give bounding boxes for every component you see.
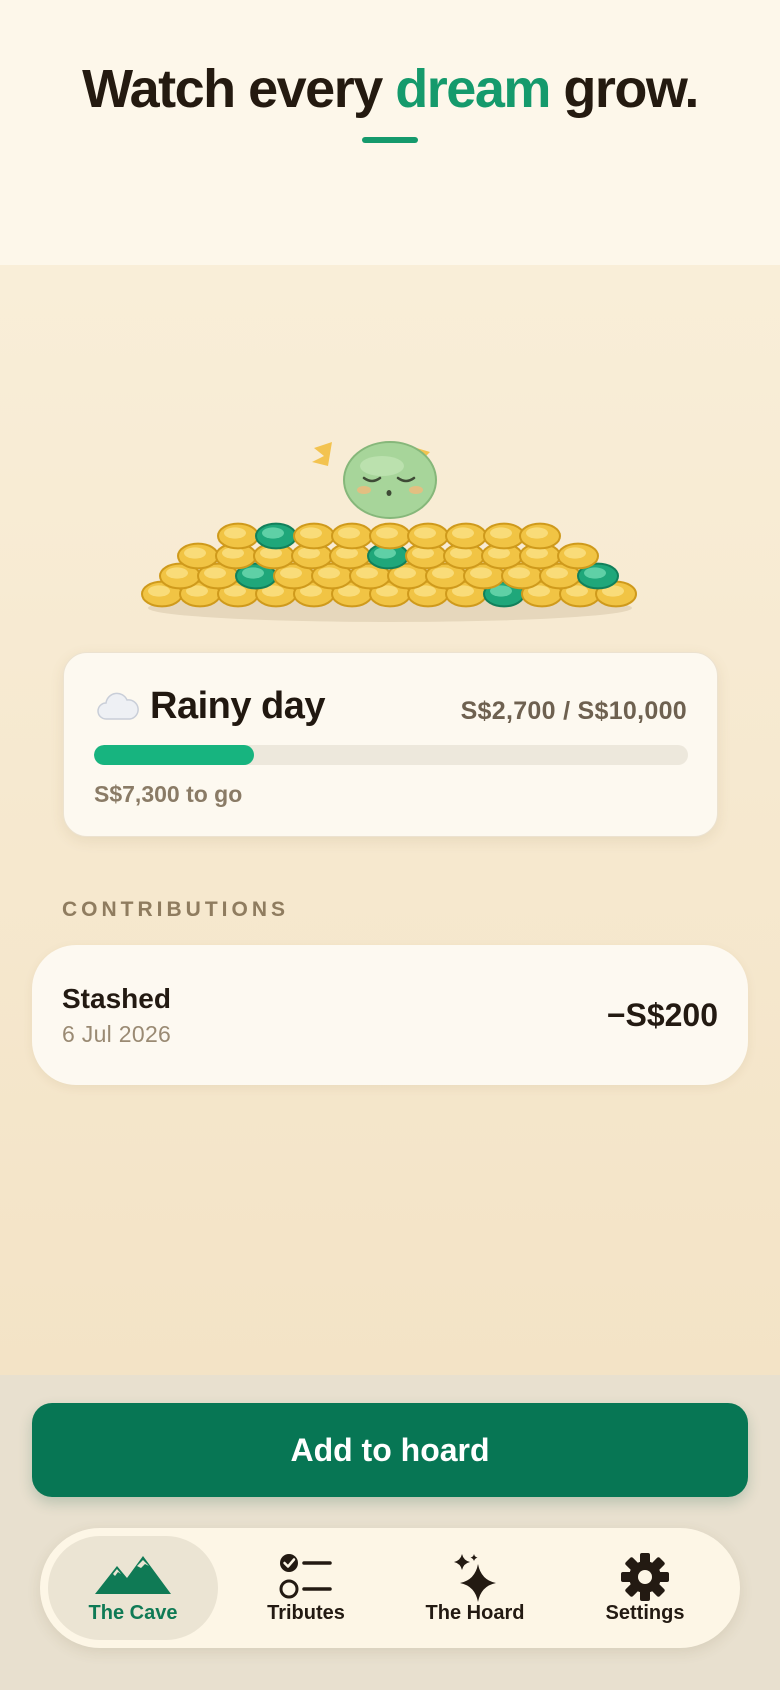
goal-remaining: S$7,300 to go bbox=[94, 781, 243, 807]
coin-highlight bbox=[376, 527, 398, 539]
contribution-item[interactable]: Stashed 6 Jul 2026 −S$200 bbox=[32, 945, 748, 1085]
tab-settings[interactable]: Settings bbox=[560, 1536, 730, 1640]
goal-progress-fill bbox=[94, 745, 255, 765]
coin-highlight bbox=[148, 585, 170, 597]
coin-highlight bbox=[394, 567, 416, 579]
contribution-title: Stashed bbox=[62, 983, 171, 1014]
coin-highlight bbox=[184, 547, 206, 559]
goal-progress-bar bbox=[94, 745, 688, 765]
tab-tributes[interactable]: Tributes bbox=[221, 1536, 391, 1640]
goal-card[interactable]: Rainy day S$2,700 / S$10,000 S$7,300 to … bbox=[63, 652, 718, 837]
cloud-icon bbox=[97, 692, 139, 720]
goal-amount: S$2,700 / S$10,000 bbox=[460, 697, 687, 725]
tab-label-the-hoard: The Hoard bbox=[425, 1602, 525, 1624]
contributions-heading: CONTRIBUTIONS bbox=[62, 898, 289, 921]
coin-highlight bbox=[432, 567, 454, 579]
tab-label-tributes: Tributes bbox=[267, 1602, 345, 1624]
coin-highlight bbox=[584, 567, 606, 579]
tab-bar: The Cave Tributes The Hoard Settings bbox=[40, 1528, 740, 1648]
add-to-hoard-button[interactable]: Add to hoard bbox=[32, 1403, 748, 1497]
mountains-icon bbox=[95, 1556, 171, 1594]
title-after: grow. bbox=[563, 59, 699, 119]
coin-highlight bbox=[262, 527, 284, 539]
coin-highlight bbox=[508, 567, 530, 579]
coin-highlight bbox=[526, 527, 548, 539]
tab-the-cave[interactable]: The Cave bbox=[48, 1536, 218, 1640]
coin-highlight bbox=[242, 567, 264, 579]
title-underline bbox=[362, 137, 418, 143]
coin-highlight bbox=[490, 527, 512, 539]
gear-icon bbox=[621, 1553, 669, 1601]
coin-highlight bbox=[470, 567, 492, 579]
coin-highlight bbox=[414, 527, 436, 539]
coin-highlight bbox=[338, 527, 360, 539]
page-title: Watch every dream grow. bbox=[0, 58, 780, 120]
coin-highlight bbox=[280, 567, 302, 579]
dragon-mascot bbox=[312, 441, 437, 519]
title-before: Watch every bbox=[82, 59, 383, 119]
coin-highlight bbox=[204, 567, 226, 579]
title-accent: dream bbox=[395, 59, 551, 119]
tab-label-settings: Settings bbox=[605, 1602, 685, 1624]
header-area bbox=[0, 0, 780, 265]
coin-highlight bbox=[564, 547, 586, 559]
coin-highlight bbox=[546, 567, 568, 579]
tab-the-hoard[interactable]: The Hoard bbox=[390, 1536, 560, 1640]
goal-name: Rainy day bbox=[150, 685, 326, 727]
contribution-date: 6 Jul 2026 bbox=[62, 1021, 172, 1047]
contribution-amount: −S$200 bbox=[606, 997, 718, 1033]
coin-highlight bbox=[356, 567, 378, 579]
dragon-on-hoard-illustration bbox=[141, 441, 637, 622]
coin-highlight bbox=[224, 527, 246, 539]
coin-highlight bbox=[318, 567, 340, 579]
coin-highlight bbox=[300, 527, 322, 539]
checklist-icon bbox=[279, 1554, 332, 1599]
coin-highlight bbox=[166, 567, 188, 579]
coin-highlight bbox=[452, 527, 474, 539]
tab-label-the-cave: The Cave bbox=[88, 1602, 178, 1624]
sparkles-icon bbox=[454, 1554, 496, 1602]
